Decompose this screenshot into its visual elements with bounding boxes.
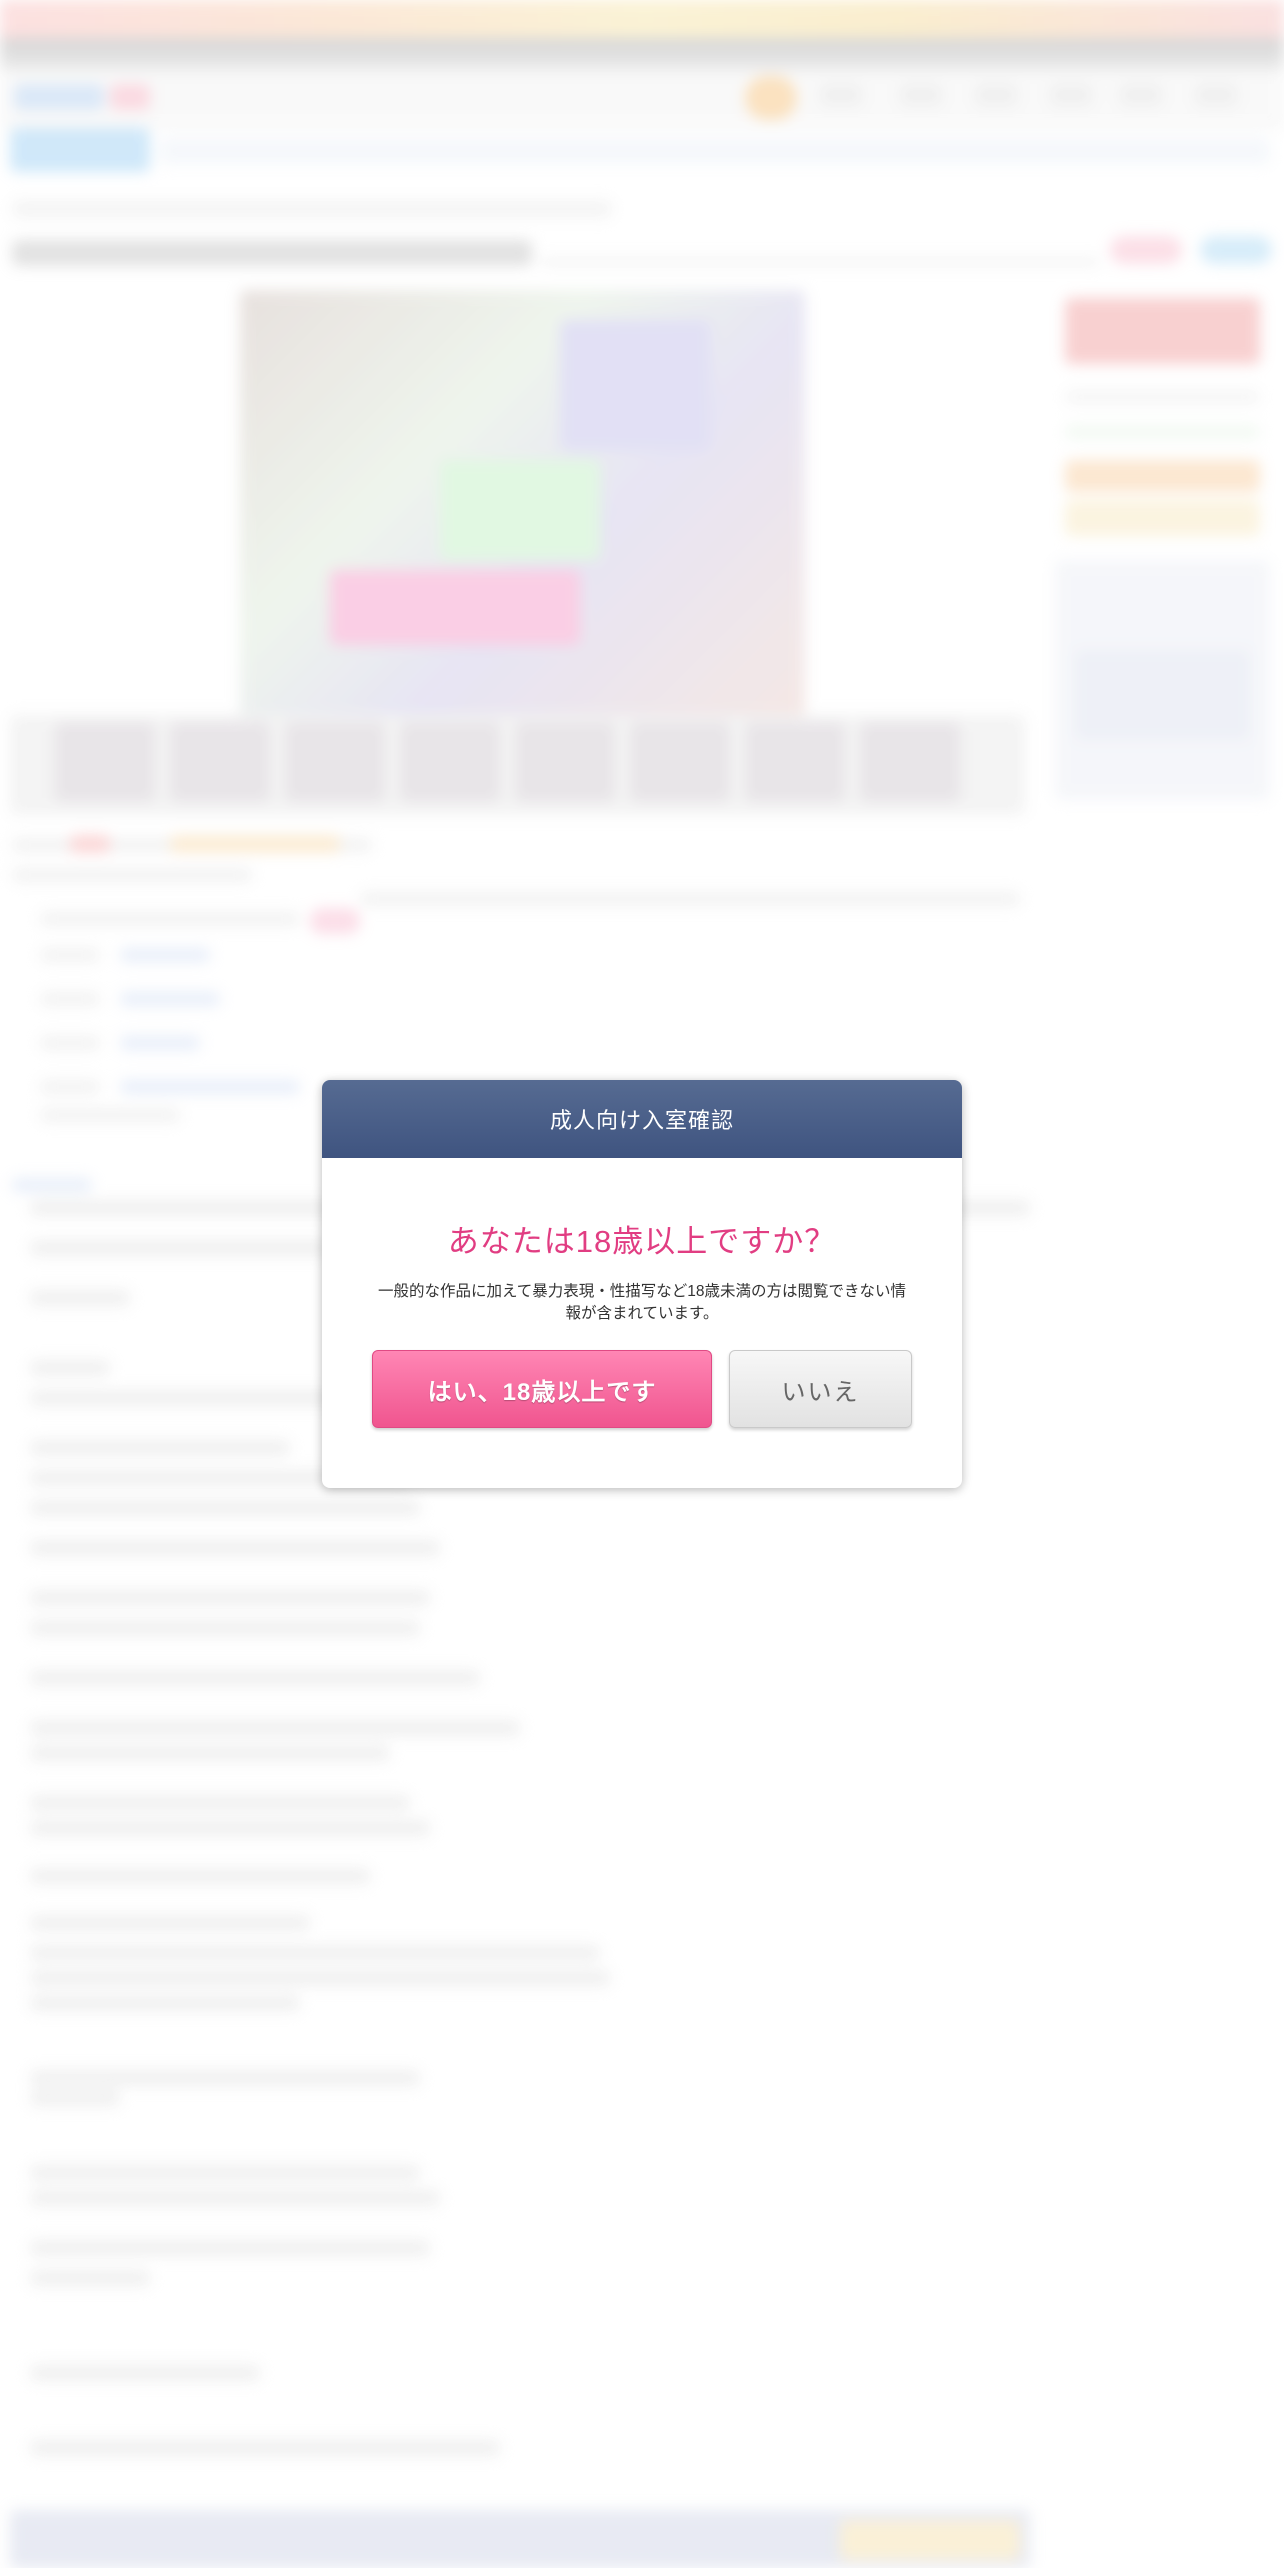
dialog-title: 成人向け入室確認 xyxy=(549,1108,734,1133)
dialog-header: 成人向け入室確認 xyxy=(322,1080,962,1158)
dialog-buttons: はい、18歳以上です いいえ xyxy=(372,1350,912,1428)
age-question: あなたは18歳以上ですか？ xyxy=(447,1224,837,1259)
age-verification-dialog: 成人向け入室確認 あなたは18歳以上ですか？ 一般的な作品に加えて暴力表現・性描… xyxy=(322,1080,962,1488)
confirm-adult-button[interactable]: はい、18歳以上です xyxy=(372,1350,712,1428)
page: 成人向け入室確認 あなたは18歳以上ですか？ 一般的な作品に加えて暴力表現・性描… xyxy=(0,0,1284,2568)
decline-button[interactable]: いいえ xyxy=(729,1350,912,1428)
content-warning-note: 一般的な作品に加えて暴力表現・性描写など18歳未満の方は閲覧できない情報が含まれ… xyxy=(378,1283,906,1322)
